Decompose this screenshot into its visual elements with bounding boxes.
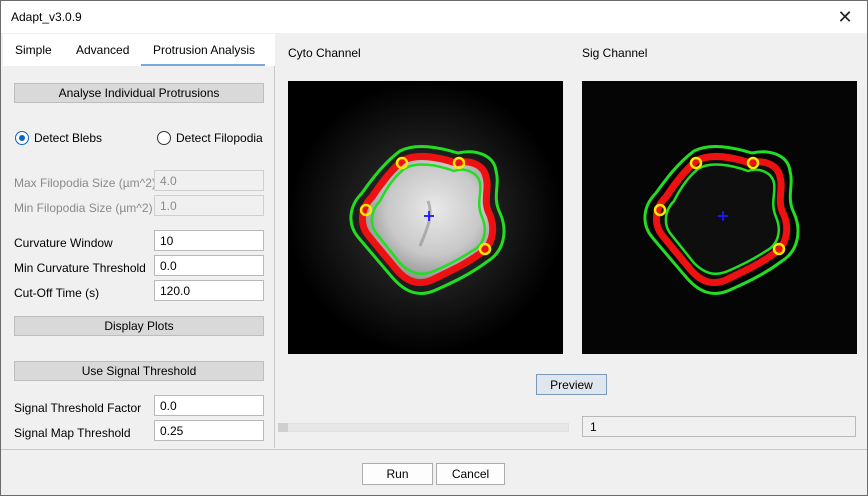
detect-filopodia-radio[interactable]: Detect Filopodia [157,131,263,145]
min-filopodia-input[interactable]: 1.0 [154,195,264,216]
dialog-footer: Run Cancel [1,449,867,495]
active-tab-indicator [141,64,265,66]
cancel-button[interactable]: Cancel [436,463,505,485]
preview-button[interactable]: Preview [536,374,607,395]
min-curvature-label: Min Curvature Threshold [14,261,146,275]
signal-threshold-factor-input[interactable]: 0.0 [154,395,264,416]
display-plots-button[interactable]: Display Plots [14,316,264,336]
sig-channel-image [582,81,857,354]
radio-unchecked-icon [157,131,171,145]
title-bar: Adapt_v3.0.9 ✕ [1,1,867,33]
app-window: Adapt_v3.0.9 ✕ Simple Advanced Protrusio… [0,0,868,496]
signal-map-threshold-label: Signal Map Threshold [14,426,131,440]
max-filopodia-label: Max Filopodia Size (µm^2) [14,176,156,190]
close-icon[interactable]: ✕ [823,1,867,33]
tab-simple[interactable]: Simple [15,43,52,57]
detect-filopodia-label: Detect Filopodia [176,131,263,145]
curvature-window-label: Curvature Window [14,236,113,250]
sig-channel-label: Sig Channel [582,46,648,60]
cutoff-time-input[interactable]: 120.0 [154,280,264,301]
window-title: Adapt_v3.0.9 [11,10,82,24]
tab-advanced[interactable]: Advanced [76,43,129,57]
radio-checked-icon [15,131,29,145]
cyto-channel-label: Cyto Channel [288,46,361,60]
min-filopodia-label: Min Filopodia Size (µm^2) [14,201,153,215]
frame-slider[interactable] [278,423,569,432]
signal-threshold-factor-label: Signal Threshold Factor [14,401,142,415]
max-filopodia-input[interactable]: 4.0 [154,170,264,191]
sig-cell-svg [582,81,857,354]
cutoff-time-label: Cut-Off Time (s) [14,286,100,300]
settings-panel: Simple Advanced Protrusion Analysis Anal… [3,34,275,448]
frame-slider-thumb[interactable] [278,423,288,432]
preview-panel: Cyto Channel Sig Channel Preview 1 [278,34,867,448]
analyse-protrusions-button[interactable]: Analyse Individual Protrusions [14,83,264,103]
tab-protrusion-analysis[interactable]: Protrusion Analysis [153,43,255,57]
cyto-cell-svg [288,81,563,354]
cyto-channel-image [288,81,563,354]
use-signal-threshold-button[interactable]: Use Signal Threshold [14,361,264,381]
min-curvature-input[interactable]: 0.0 [154,255,264,276]
frame-number-field[interactable]: 1 [582,416,856,437]
detect-blebs-radio[interactable]: Detect Blebs [15,131,102,145]
curvature-window-input[interactable]: 10 [154,230,264,251]
signal-map-threshold-input[interactable]: 0.25 [154,420,264,441]
run-button[interactable]: Run [362,463,433,485]
detect-blebs-label: Detect Blebs [34,131,103,145]
